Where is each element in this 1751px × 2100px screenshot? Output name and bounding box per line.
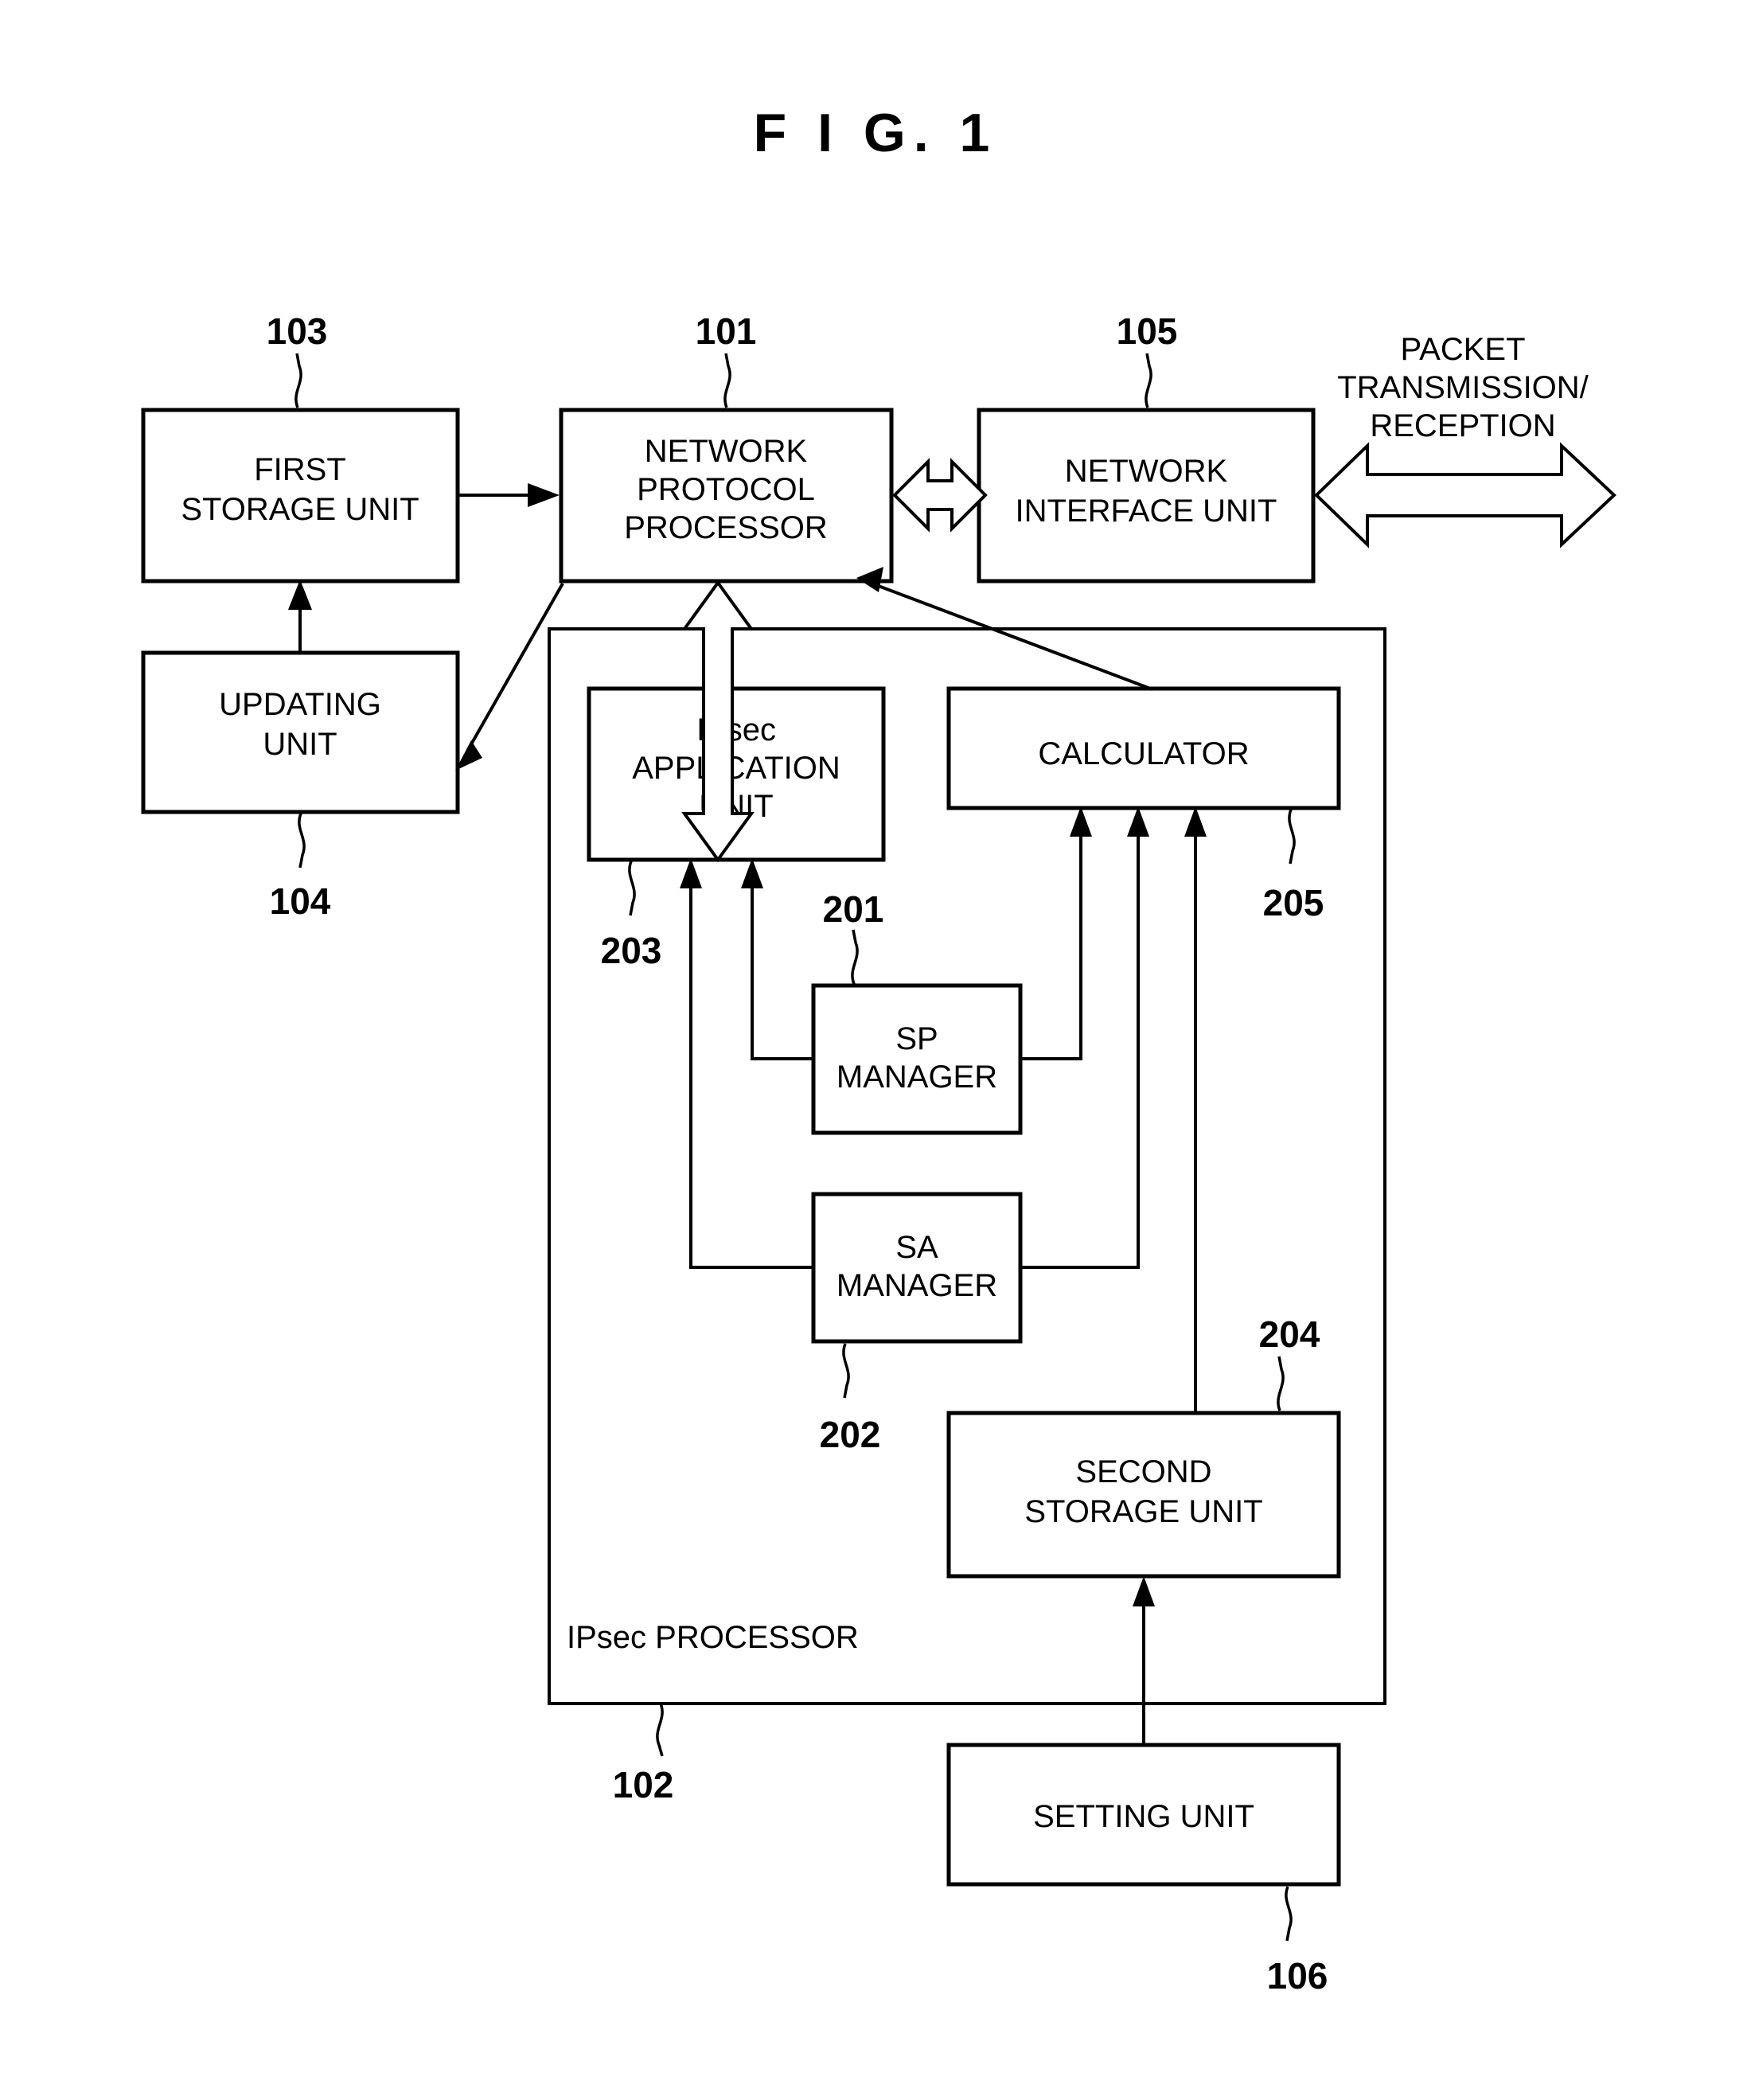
network-interface-unit-label-line2: INTERFACE UNIT [1016,494,1277,529]
sp-manager-label-line1: SP [895,1021,938,1056]
arrowhead-sp-manager-to-ipsec-app [741,858,763,888]
second-storage-unit-label-line1: SECOND [1075,1454,1211,1489]
first-storage-unit-label-line2: STORAGE UNIT [181,492,419,527]
double-arrow-packet-transmission-reception [1314,442,1616,548]
arrowhead-first-storage-to-npp [528,483,560,507]
second-storage-unit-label-line2: STORAGE UNIT [1024,1494,1262,1529]
network-protocol-processor-label-line3: PROCESSOR [624,510,828,545]
network-interface-unit-label-line1: NETWORK [1065,454,1228,489]
arrowhead-sa-manager-to-calculator [1127,806,1149,837]
ref-number-201: 201 [823,888,884,930]
packet-flow-label-line2: TRANSMISSION/ [1337,370,1589,405]
leader-line-205 [1288,809,1296,865]
ref-number-104: 104 [270,880,331,922]
ref-number-204: 204 [1259,1313,1320,1355]
block-diagram: F I G. 1 IPsec PROCESSOR 102 FIRST STORA… [141,103,1616,1997]
arrowhead-sp-manager-to-calculator [1070,806,1092,837]
updating-unit-label-line1: UPDATING [219,687,381,722]
double-arrow-npp-niu [892,458,988,533]
ref-number-205: 205 [1263,882,1324,923]
sp-manager-label-line2: MANAGER [837,1060,997,1095]
packet-flow-label-line3: RECEPTION [1370,408,1555,443]
setting-unit-label: SETTING UNIT [1033,1799,1254,1834]
figure-title: F I G. 1 [754,103,998,163]
packet-flow-label-line1: PACKET [1400,332,1525,367]
leader-line-103 [294,353,302,408]
arrowhead-second-storage-to-calculator [1184,806,1207,837]
arrowhead-setting-unit-to-second-storage [1133,1576,1155,1606]
updating-unit-label-line2: UNIT [263,727,337,762]
ref-number-102: 102 [613,1764,674,1805]
ref-number-103: 103 [267,310,328,352]
leader-line-202 [842,1343,850,1399]
leader-line-203 [628,861,636,916]
line-sp-manager-to-calculator [1020,832,1082,1060]
line-sp-manager-to-ipsec-app [751,884,813,1060]
leader-line-204 [1277,1356,1285,1411]
ipsec-processor-label: IPsec PROCESSOR [567,1620,859,1655]
ref-number-105: 105 [1117,310,1178,352]
leader-line-101 [723,353,731,408]
calculator-label: CALCULATOR [1038,736,1249,771]
sa-manager-label-line1: SA [895,1230,938,1265]
ref-number-101: 101 [696,310,757,352]
ref-number-202: 202 [820,1414,881,1455]
network-protocol-processor-label-line2: PROTOCOL [637,472,815,507]
line-calculator-to-npp [876,584,1153,691]
patent-figure-page: F I G. 1 IPsec PROCESSOR 102 FIRST STORA… [0,0,1751,2100]
ref-number-106: 106 [1267,1955,1328,1997]
leader-line-102 [656,1703,664,1757]
arrowhead-updating-to-first-storage [288,580,312,610]
first-storage-unit-label-line1: FIRST [254,452,346,487]
ipsec-application-unit-label-line2: APPLICATION [632,751,840,786]
leader-line-201 [851,929,859,985]
network-protocol-processor-label-line1: NETWORK [645,434,808,469]
sa-manager-label-line2: MANAGER [837,1268,997,1303]
leader-line-105 [1145,353,1152,408]
leader-line-104 [298,813,306,868]
ref-number-203: 203 [601,930,662,971]
arrowhead-sa-manager-to-ipsec-app [680,858,702,888]
leader-line-106 [1285,1886,1293,1942]
